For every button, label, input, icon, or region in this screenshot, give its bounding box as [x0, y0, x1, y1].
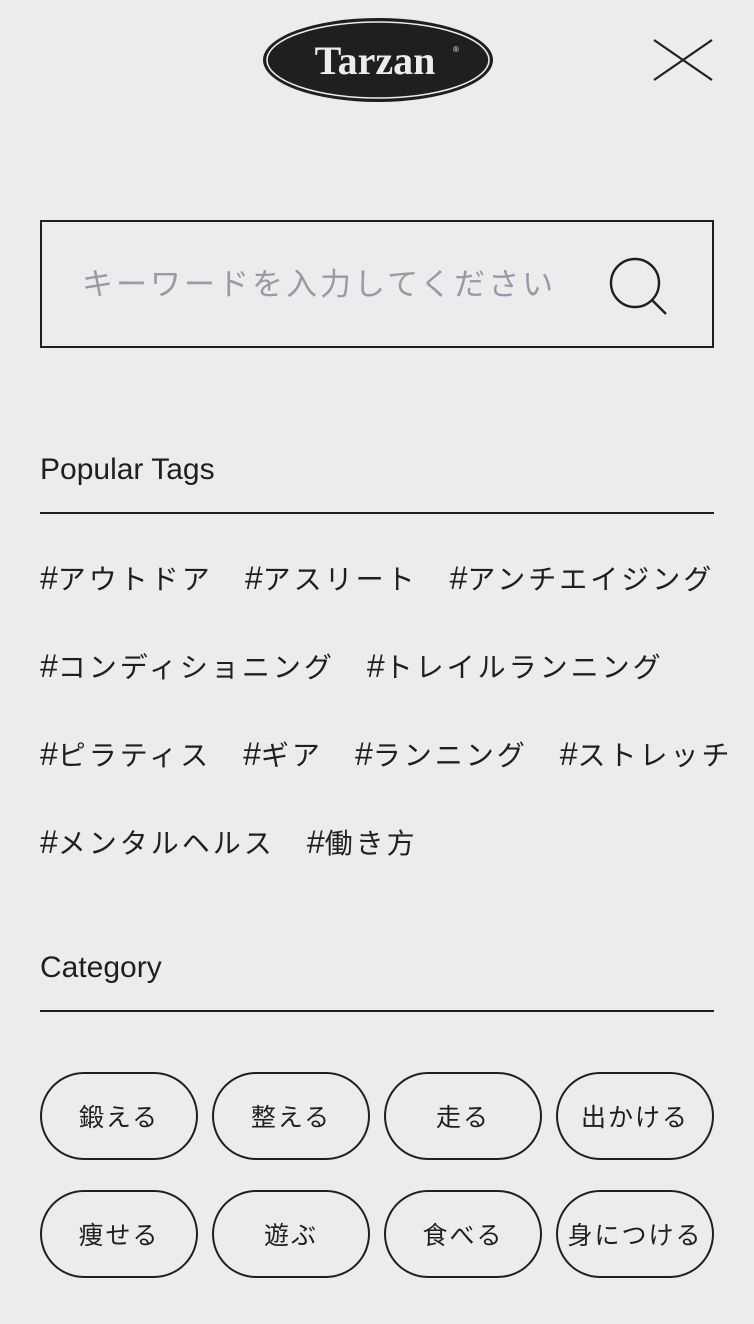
- search-menu-page: { "brand": { "logo_text": "Tarzan", "reg…: [0, 0, 754, 1324]
- tag-link[interactable]: #ストレッチ: [560, 732, 733, 778]
- category-button[interactable]: 身につける: [556, 1190, 714, 1278]
- category-button[interactable]: 整える: [212, 1072, 370, 1160]
- svg-text:Tarzan: Tarzan: [315, 38, 436, 83]
- search-button[interactable]: [608, 256, 672, 320]
- category-button[interactable]: 出かける: [556, 1072, 714, 1160]
- tag-link[interactable]: #コンディショニング: [40, 644, 335, 690]
- tag-row: #メンタルヘルス #働き方: [40, 820, 730, 908]
- svg-text:®: ®: [453, 45, 459, 54]
- tag-link[interactable]: #アスリート: [245, 556, 418, 602]
- tag-row: #アウトドア #アスリート #アンチエイジング: [40, 556, 730, 644]
- category-row: 痩せる 遊ぶ 食べる 身につける: [40, 1190, 716, 1308]
- close-icon: [653, 39, 713, 81]
- popular-tags-heading: Popular Tags: [40, 450, 714, 514]
- tag-label: アスリート: [262, 563, 418, 596]
- hash-symbol: #: [40, 824, 58, 860]
- category-title: Category: [40, 951, 162, 984]
- hash-symbol: #: [244, 560, 263, 596]
- hash-symbol: #: [40, 648, 58, 684]
- search-input[interactable]: [82, 258, 582, 312]
- tag-label: メンタルヘルス: [57, 827, 275, 860]
- tag-label: 働き方: [324, 827, 418, 860]
- category-row: 鍛える 整える 走る 出かける: [40, 1072, 716, 1190]
- tag-link[interactable]: #メンタルヘルス: [40, 820, 275, 866]
- hash-symbol: #: [243, 736, 261, 772]
- hash-symbol: #: [449, 560, 468, 596]
- tag-row: #コンディショニング #トレイルランニング: [40, 644, 730, 732]
- search-icon: [609, 257, 667, 315]
- category-button[interactable]: 鍛える: [40, 1072, 198, 1160]
- tag-link[interactable]: #ギア: [243, 732, 323, 778]
- tag-label: ピラティス: [57, 739, 212, 772]
- search-box: [40, 220, 714, 348]
- hash-symbol: #: [354, 736, 373, 772]
- category-button[interactable]: 遊ぶ: [212, 1190, 370, 1278]
- hash-symbol: #: [40, 736, 58, 772]
- tag-label: ストレッチ: [577, 739, 733, 772]
- category-button[interactable]: 走る: [384, 1072, 542, 1160]
- category-button[interactable]: 食べる: [384, 1190, 542, 1278]
- hash-symbol: #: [306, 824, 325, 860]
- tag-link[interactable]: #トレイルランニング: [367, 644, 664, 690]
- tag-label: トレイルランニング: [384, 651, 664, 684]
- popular-tags-title: Popular Tags: [40, 453, 215, 486]
- category-list: 鍛える 整える 走る 出かける 痩せる 遊ぶ 食べる 身につける: [40, 1072, 716, 1308]
- tag-label: アンチエイジング: [467, 563, 715, 596]
- tag-label: ランニング: [372, 739, 528, 772]
- hash-symbol: #: [559, 736, 578, 772]
- hash-symbol: #: [40, 560, 58, 596]
- tarzan-logo[interactable]: Tarzan ®: [261, 16, 495, 104]
- category-button[interactable]: 痩せる: [40, 1190, 198, 1278]
- category-heading: Category: [40, 948, 714, 1012]
- tag-row: #ピラティス #ギア #ランニング #ストレッチ: [40, 732, 730, 820]
- tag-label: ギア: [260, 739, 323, 772]
- tag-label: アウトドア: [57, 563, 213, 596]
- tag-link[interactable]: #アウトドア: [40, 556, 213, 602]
- close-button[interactable]: [648, 34, 720, 88]
- tag-label: コンディショニング: [57, 651, 335, 684]
- popular-tags-list: #アウトドア #アスリート #アンチエイジング #コンディショニング #トレイルランニン…: [40, 556, 730, 908]
- tag-link[interactable]: #ランニング: [355, 732, 528, 778]
- header: Tarzan ®: [0, 0, 754, 110]
- hash-symbol: #: [366, 648, 385, 684]
- tag-link[interactable]: #ピラティス: [40, 732, 211, 778]
- tag-link[interactable]: #アンチエイジング: [450, 556, 715, 602]
- tag-link[interactable]: #働き方: [307, 820, 418, 866]
